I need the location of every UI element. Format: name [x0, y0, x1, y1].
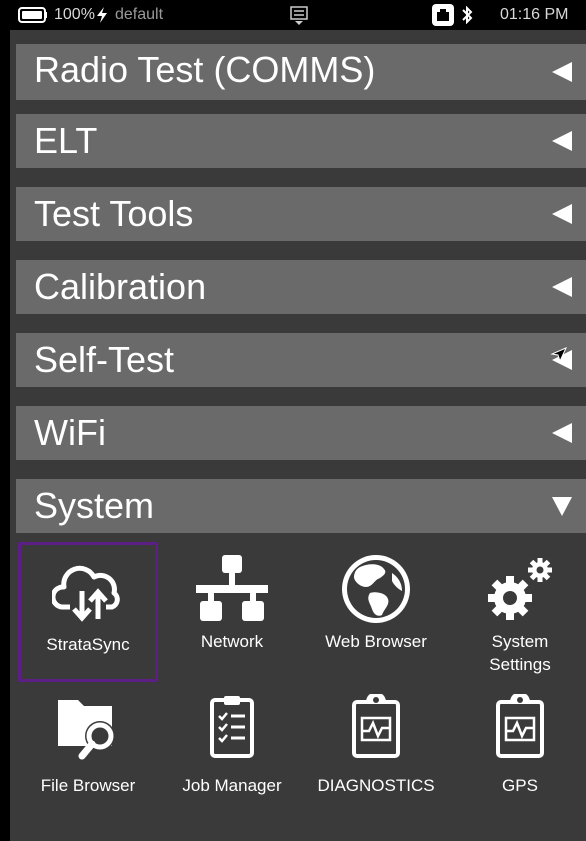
ethernet-icon [432, 4, 454, 26]
app-label: File Browser [40, 776, 136, 795]
clipboard-heartbeat-icon [496, 694, 544, 758]
app-job-manager[interactable]: Job Manager [162, 690, 302, 830]
keyboard-icon[interactable] [290, 6, 308, 26]
bluetooth-icon [462, 6, 473, 24]
app-label: Network [200, 632, 264, 651]
clipboard-heartbeat-icon [352, 694, 400, 758]
menu-row-system[interactable]: System [16, 479, 586, 533]
menu-row-self-test[interactable]: Self-Test [16, 333, 586, 387]
menu-row-label: Radio Test (COMMS) [34, 49, 376, 90]
app-label: Job Manager [182, 776, 282, 795]
app-diagnostics[interactable]: DIAGNOSTICS [306, 690, 446, 830]
app-gps[interactable]: GPS [450, 690, 586, 830]
chevron-left-icon [552, 277, 572, 297]
globe-icon [342, 555, 410, 623]
app-label: Web Browser [325, 632, 427, 651]
mouse-cursor-icon [550, 347, 567, 363]
menu-row-test-tools[interactable]: Test Tools [16, 187, 586, 241]
menu-row-label: System [34, 485, 155, 526]
menu-row-elt[interactable]: ELT [16, 114, 586, 168]
app-label: System [491, 632, 549, 651]
profile-name: default [115, 6, 164, 23]
clipboard-checklist-icon [210, 696, 254, 758]
app-label: GPS [502, 776, 538, 795]
app-file-browser[interactable]: File Browser [18, 690, 158, 830]
clock: 01:16 PM [500, 6, 569, 23]
menu-row-label: ELT [34, 120, 98, 161]
app-system-settings[interactable]: System Settings [450, 542, 586, 682]
app-label: StrataSync [46, 635, 130, 654]
app-label-line2: Settings [489, 655, 551, 674]
device-screen: 100% default 01:16 PM Radio Test (COMMS)… [10, 0, 586, 841]
menu-row-wifi[interactable]: WiFi [16, 406, 586, 460]
menu-row-label: Test Tools [34, 193, 194, 234]
charging-bolt-icon [97, 7, 107, 23]
menu-row-label: WiFi [34, 412, 106, 453]
chevron-left-icon [552, 131, 572, 151]
status-bar: 100% default 01:16 PM [10, 0, 586, 30]
app-web-browser[interactable]: Web Browser [306, 542, 446, 682]
menu-row-label: Self-Test [34, 339, 175, 380]
chevron-down-icon [552, 497, 572, 516]
chevron-left-icon [552, 204, 572, 224]
network-icon [196, 555, 268, 621]
folder-search-icon [58, 700, 115, 760]
chevron-left-icon [552, 423, 572, 443]
menu-row-label: Calibration [34, 266, 207, 307]
cloud-sync-icon [52, 565, 120, 622]
app-stratasync[interactable]: StrataSync [18, 542, 158, 682]
battery-icon [18, 7, 47, 23]
app-label: DIAGNOSTICS [317, 776, 435, 795]
app-network[interactable]: Network [162, 542, 302, 682]
battery-percent: 100% [54, 6, 95, 23]
menu-row-radio-test[interactable]: Radio Test (COMMS) [16, 44, 586, 100]
gears-icon [488, 558, 552, 620]
chevron-left-icon [552, 62, 572, 82]
menu-row-calibration[interactable]: Calibration [16, 260, 586, 314]
